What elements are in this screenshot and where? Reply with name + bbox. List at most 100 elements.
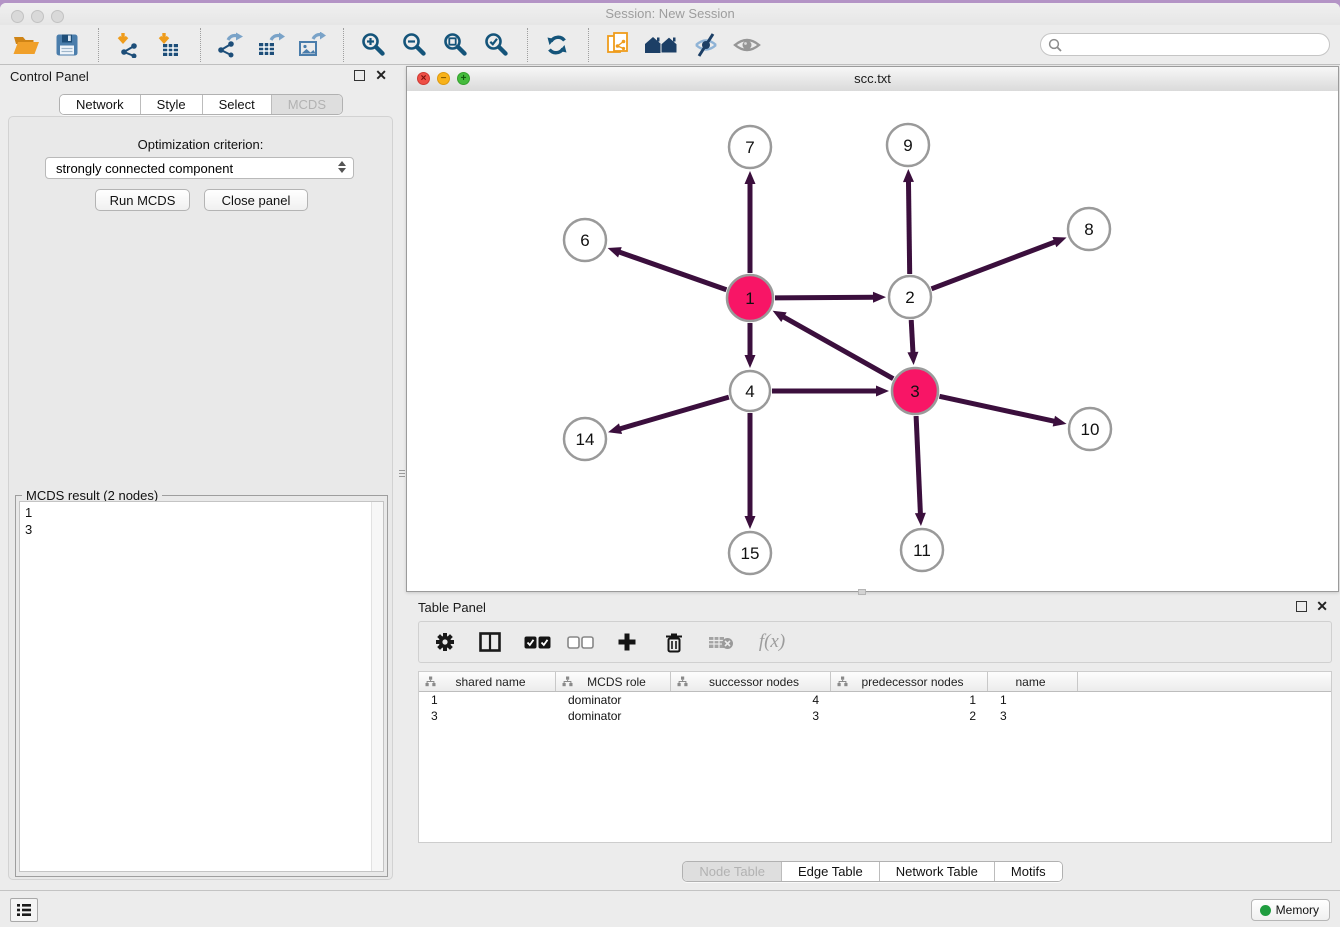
graph-edge-1-6[interactable] xyxy=(618,252,726,290)
graph-edge-3-11[interactable] xyxy=(916,416,920,515)
export-image-icon xyxy=(298,32,326,58)
select-all-columns-button[interactable] xyxy=(521,625,553,659)
graph-node-label: 2 xyxy=(905,288,914,307)
search-input[interactable] xyxy=(1062,35,1329,55)
memory-button[interactable]: Memory xyxy=(1251,899,1330,921)
zoom-in-button[interactable] xyxy=(357,28,389,62)
table-cell[interactable]: 3 xyxy=(419,709,556,723)
table-tab-edge-table[interactable]: Edge Table xyxy=(782,862,880,881)
graph-edge-4-14[interactable] xyxy=(619,397,729,429)
column-layout-button[interactable] xyxy=(474,625,506,659)
dropdown-stepper-icon xyxy=(338,161,346,173)
hide-graphics-details-button[interactable] xyxy=(690,28,722,62)
zoom-fit-button[interactable] xyxy=(439,28,471,62)
criterion-value: strongly connected component xyxy=(56,161,233,176)
table-row: 3dominator323 xyxy=(419,708,1331,724)
function-builder-button[interactable]: f(x) xyxy=(750,625,794,659)
tab-select[interactable]: Select xyxy=(203,95,272,114)
column-header-predecessor-nodes[interactable]: predecessor nodes xyxy=(831,672,988,691)
graph-node-label: 6 xyxy=(580,231,589,250)
column-header-mcds-role[interactable]: MCDS role xyxy=(556,672,671,691)
mcds-panel: Optimization criterion: strongly connect… xyxy=(8,116,393,880)
toolbar-separator xyxy=(588,28,590,62)
open-session-button[interactable] xyxy=(10,28,42,62)
result-scrollbar[interactable] xyxy=(371,502,383,871)
column-header-label: name xyxy=(994,675,1077,689)
zoom-out-icon xyxy=(402,32,427,57)
table-tab-motifs[interactable]: Motifs xyxy=(995,862,1062,881)
table-cell[interactable]: 3 xyxy=(988,709,1078,723)
delete-columns-button[interactable] xyxy=(658,625,690,659)
table-cell[interactable]: 1 xyxy=(419,693,556,707)
close-panel-icon[interactable]: ✕ xyxy=(375,67,387,83)
tab-mcds[interactable]: MCDS xyxy=(272,95,342,114)
import-table-icon xyxy=(156,32,182,58)
import-network-button[interactable] xyxy=(112,28,144,62)
run-mcds-button[interactable]: Run MCDS xyxy=(95,189,190,211)
mcds-result-box[interactable]: 1 3 xyxy=(19,501,384,872)
table-cell[interactable]: 1 xyxy=(988,693,1078,707)
table-cell[interactable]: 4 xyxy=(671,693,831,707)
table-cell[interactable]: dominator xyxy=(556,709,671,723)
export-table-icon xyxy=(257,32,285,58)
graph-node-label: 7 xyxy=(745,138,754,157)
duplicate-network-button[interactable] xyxy=(602,28,634,62)
list-icon xyxy=(16,903,32,917)
column-header-shared-name[interactable]: shared name xyxy=(419,672,556,691)
export-network-button[interactable] xyxy=(214,28,246,62)
zoom-out-button[interactable] xyxy=(398,28,430,62)
refresh-button[interactable] xyxy=(541,28,573,62)
graph-edge-2-3[interactable] xyxy=(911,320,913,354)
table-header-row: shared nameMCDS rolesuccessor nodesprede… xyxy=(419,672,1331,692)
show-graphics-details-button[interactable] xyxy=(731,28,763,62)
delete-table-button[interactable] xyxy=(705,625,737,659)
tab-network[interactable]: Network xyxy=(60,95,141,114)
mcds-result-group: MCDS result (2 nodes) 1 3 xyxy=(15,495,388,877)
network-window-title-bar[interactable]: × − + scc.txt xyxy=(407,67,1338,92)
table-cell[interactable]: 3 xyxy=(671,709,831,723)
zoom-fit-icon xyxy=(443,32,468,57)
table-cell[interactable]: 2 xyxy=(831,709,988,723)
export-table-button[interactable] xyxy=(255,28,287,62)
graph-edge-3-10[interactable] xyxy=(939,396,1055,421)
table-cell[interactable]: 1 xyxy=(831,693,988,707)
network-overview-button[interactable] xyxy=(643,28,681,62)
task-history-button[interactable] xyxy=(10,898,38,922)
export-image-button[interactable] xyxy=(296,28,328,62)
close-table-panel-icon[interactable]: ✕ xyxy=(1316,598,1328,614)
graph-edge-2-8[interactable] xyxy=(932,241,1057,288)
graph-node-label: 1 xyxy=(745,289,754,308)
add-column-button[interactable] xyxy=(611,625,643,659)
column-header-successor-nodes[interactable]: successor nodes xyxy=(671,672,831,691)
control-panel-title: Control Panel xyxy=(10,69,89,84)
close-panel-button[interactable]: Close panel xyxy=(204,189,308,211)
graph-edge-arrow xyxy=(745,355,756,368)
criterion-dropdown[interactable]: strongly connected component xyxy=(45,157,354,179)
zoom-selected-button[interactable] xyxy=(480,28,512,62)
graph-node-label: 8 xyxy=(1084,220,1093,239)
network-window-title: scc.txt xyxy=(407,71,1338,86)
unselect-all-columns-button[interactable] xyxy=(564,625,596,659)
column-tree-icon xyxy=(677,676,688,687)
table-settings-button[interactable] xyxy=(429,625,461,659)
graph-edge-arrow xyxy=(1052,237,1066,247)
graph-node-label: 15 xyxy=(741,544,760,563)
search-field[interactable] xyxy=(1040,33,1330,56)
table-tab-node-table[interactable]: Node Table xyxy=(683,862,782,881)
float-table-panel-icon[interactable] xyxy=(1296,601,1307,612)
table-panel-tabs: Node TableEdge TableNetwork TableMotifs xyxy=(406,861,1339,882)
vertical-splitter-handle[interactable] xyxy=(399,466,405,480)
graph-edge-3-1[interactable] xyxy=(782,316,893,379)
tab-style[interactable]: Style xyxy=(141,95,203,114)
graph-edge-2-9[interactable] xyxy=(908,180,909,274)
table-cell[interactable]: dominator xyxy=(556,693,671,707)
table-tab-network-table[interactable]: Network Table xyxy=(880,862,995,881)
import-table-button[interactable] xyxy=(153,28,185,62)
graph-edge-1-2[interactable] xyxy=(775,297,875,298)
save-session-button[interactable] xyxy=(51,28,83,62)
column-header-name[interactable]: name xyxy=(988,672,1078,691)
network-canvas[interactable]: 1234678910111415 xyxy=(407,91,1338,591)
float-panel-icon[interactable] xyxy=(354,70,365,81)
import-network-icon xyxy=(115,32,141,58)
graph-edge-arrow xyxy=(876,386,889,397)
